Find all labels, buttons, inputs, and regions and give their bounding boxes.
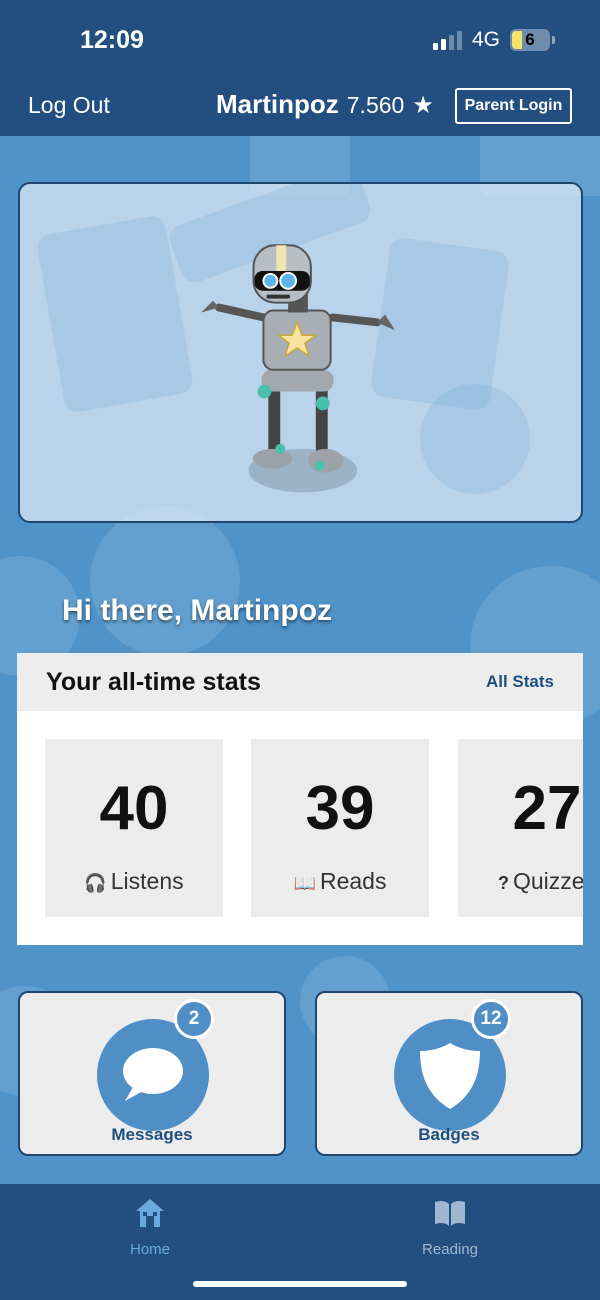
stats-header: Your all-time stats All Stats (17, 653, 583, 711)
messages-label: Messages (111, 1125, 193, 1144)
signal-icon (432, 30, 462, 50)
status-time: 12:09 (80, 26, 144, 54)
logout-button[interactable]: Log Out (28, 92, 110, 119)
stat-label: Listens (110, 868, 184, 894)
stat-tile-quizzes[interactable]: 27 ?Quizzes (458, 739, 583, 917)
stat-label: Reads (319, 868, 387, 894)
tab-reading[interactable]: Reading (390, 1196, 510, 1258)
headphones-icon: 🎧 (84, 873, 107, 893)
top-bar: 12:09 4G 6 Log Out Martinpoz 7.560 ★ Par… (0, 0, 600, 136)
network-type: 4G (471, 28, 500, 51)
book-icon: 📖 (293, 873, 316, 893)
all-stats-link[interactable]: All Stats (486, 672, 554, 692)
greeting: Hi there, Martinpoz (62, 594, 333, 627)
stat-value: 27 (512, 774, 582, 843)
messages-card[interactable]: 2 Messages (18, 991, 286, 1156)
tab-label: Reading (422, 1241, 478, 1258)
home-icon (136, 1199, 164, 1227)
stats-card: Your all-time stats All Stats 40 🎧 Listen… (17, 653, 583, 945)
user-info: Martinpoz 7.560 ★ (216, 89, 434, 120)
battery-icon: 6 (510, 29, 555, 51)
stat-tile-reads[interactable]: 39 📖 Reads (251, 739, 429, 917)
open-book-icon (435, 1200, 465, 1226)
badges-label: Badges (418, 1125, 480, 1144)
stat-tile-listens[interactable]: 40 🎧 Listens (45, 739, 223, 917)
username: Martinpoz (216, 89, 339, 119)
parent-login-button[interactable]: Parent Login (455, 88, 572, 124)
star-icon: ★ (412, 92, 434, 119)
stat-value: 40 (99, 774, 169, 843)
tab-home[interactable]: Home (90, 1196, 210, 1258)
avatar-panel[interactable] (18, 182, 583, 523)
stat-value: 39 (305, 774, 375, 843)
stats-title: Your all-time stats (46, 667, 261, 696)
stat-label: Quizzes (512, 868, 583, 894)
badges-card[interactable]: 12 Badges (315, 991, 583, 1156)
robot-avatar (201, 244, 395, 493)
points: 7.560 (346, 92, 405, 118)
tab-label: Home (129, 1241, 170, 1258)
home-indicator[interactable] (193, 1281, 407, 1287)
status-indicators: 4G 6 (432, 28, 555, 52)
badges-count-badge: 12 (471, 999, 511, 1039)
messages-count-badge: 2 (174, 999, 214, 1039)
battery-level: 6 (525, 30, 535, 49)
question-icon: ? (497, 873, 509, 893)
